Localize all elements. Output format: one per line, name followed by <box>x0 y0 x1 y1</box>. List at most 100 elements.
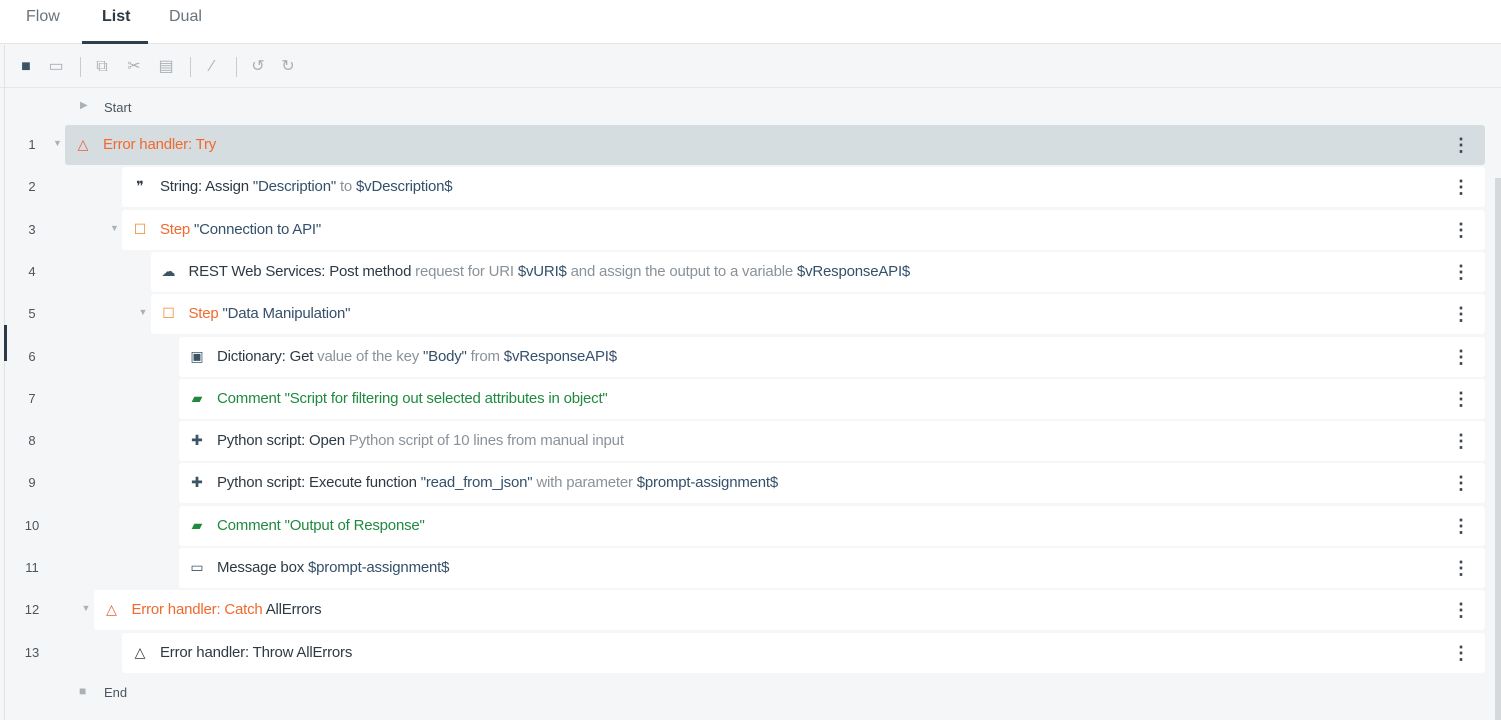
more-options-icon[interactable]: ⋮ <box>1452 473 1470 493</box>
text-segment: Error handler: Catch <box>131 601 266 619</box>
row-text: Step "Data Manipulation" <box>189 305 351 322</box>
action-row[interactable]: 5 ▼ ☐ Step "Data Manipulation" ⋮ <box>0 294 1490 335</box>
more-options-icon[interactable]: ⋮ <box>1452 389 1470 409</box>
comment-icon: ▰ <box>191 389 203 406</box>
python-icon: ✚ <box>191 432 203 449</box>
tab-list[interactable]: List <box>100 8 132 26</box>
action-row[interactable]: 3 ▼ ☐ Step "Connection to API" ⋮ <box>0 209 1490 250</box>
dictionary-icon: ▣ <box>190 347 204 364</box>
text-segment: value of the key <box>313 347 424 365</box>
copy-icon[interactable]: ⧉ <box>92 57 112 77</box>
more-options-icon[interactable]: ⋮ <box>1452 516 1470 536</box>
warning-triangle-icon: △ <box>77 136 89 152</box>
text-segment: to <box>335 178 357 196</box>
text-segment: request for URI <box>411 262 518 280</box>
text-segment: "Description" <box>252 178 336 196</box>
text-segment: from <box>466 347 504 365</box>
view-tabs: Flow List Dual <box>0 0 1501 44</box>
quote-icon: ❞ <box>136 178 144 195</box>
more-options-icon[interactable]: ⋮ <box>1452 600 1470 620</box>
line-number: 10 <box>24 517 40 533</box>
action-row[interactable]: 1 ▼ △ Error handler: Try ⋮ <box>0 125 1490 165</box>
comment-icon: ▰ <box>191 516 203 533</box>
more-options-icon[interactable]: ⋮ <box>1452 220 1470 240</box>
record-icon[interactable]: ■ <box>16 57 36 77</box>
text-segment: Error handler: Throw AllErrors <box>160 643 353 661</box>
text-segment: $vURI$ <box>517 262 567 280</box>
divider <box>80 57 81 77</box>
cloud-icon: ☁ <box>161 262 176 279</box>
action-row[interactable]: 7 ▰ Comment "Script for filtering out sele… <box>0 378 1490 419</box>
more-options-icon[interactable]: ⋮ <box>1452 304 1470 324</box>
more-options-icon[interactable]: ⋮ <box>1452 347 1470 367</box>
more-options-icon[interactable]: ⋮ <box>1452 558 1470 578</box>
row-text: Error handler: Catch AllErrors <box>132 601 322 618</box>
action-row[interactable]: 4 ☁ REST Web Services: Post method request… <box>0 251 1490 292</box>
toolbar: ■ ▭ ⧉ ✂ ▤ ⁄ ↺ ↻ <box>0 45 1501 88</box>
text-segment: $vDescription$ <box>356 178 453 196</box>
start-icon: ▶ <box>80 100 88 111</box>
undo-icon[interactable]: ↺ <box>248 57 268 77</box>
tab-flow[interactable]: Flow <box>24 8 62 26</box>
text-segment: "Data Manipulation" <box>222 305 351 323</box>
text-segment: Python script: Open <box>217 432 345 450</box>
divider <box>236 57 237 77</box>
warning-triangle-icon: △ <box>106 601 117 618</box>
text-segment: Step <box>160 220 195 238</box>
text-segment: "Body" <box>423 347 467 365</box>
more-options-icon[interactable]: ⋮ <box>1452 431 1470 451</box>
divider <box>190 57 191 77</box>
collapse-caret-icon[interactable]: ▼ <box>139 307 148 317</box>
line-number: 13 <box>24 644 40 660</box>
row-card[interactable] <box>150 294 1485 335</box>
end-icon: ■ <box>79 684 87 698</box>
step-icon: ☐ <box>162 305 175 322</box>
collapse-caret-icon[interactable]: ▼ <box>53 138 62 148</box>
scrollbar[interactable] <box>1495 178 1501 720</box>
row-text: REST Web Services: Post method request f… <box>189 263 911 280</box>
action-row[interactable]: 10 ▰ Comment "Output of Response" ⋮ <box>0 505 1490 546</box>
action-row[interactable]: 8 ✚ Python script: Open Python script of 1… <box>0 421 1490 462</box>
screen-capture-icon[interactable]: ▭ <box>46 57 66 77</box>
text-segment: "read_from_json" <box>420 474 533 492</box>
text-segment: Python script of 10 lines from manual in… <box>344 432 624 450</box>
action-row[interactable]: 11 ▭ Message box $prompt-assignment$ ⋮ <box>0 548 1490 588</box>
action-row[interactable]: 13 △ Error handler: Throw AllErrors ⋮ <box>0 632 1490 673</box>
message-box-icon: ▭ <box>190 559 204 575</box>
row-card[interactable] <box>122 209 1485 250</box>
text-segment: Comment "Script for filtering out select… <box>217 389 608 407</box>
start-label: Start <box>104 100 132 115</box>
row-text: Step "Connection to API" <box>160 221 321 238</box>
row-text: Error handler: Try <box>103 136 216 153</box>
line-number: 6 <box>28 348 36 364</box>
line-number: 7 <box>28 390 36 406</box>
line-number: 3 <box>28 221 36 237</box>
action-row[interactable]: 2 ❞ String: Assign "Description" to $vDesc… <box>0 167 1490 208</box>
disable-icon[interactable]: ⁄ <box>202 57 222 77</box>
step-icon: ☐ <box>133 220 147 237</box>
collapse-caret-icon[interactable]: ▼ <box>110 223 119 233</box>
tab-dual[interactable]: Dual <box>167 8 204 26</box>
redo-icon[interactable]: ↻ <box>278 57 298 77</box>
line-number: 9 <box>28 475 36 491</box>
paste-icon[interactable]: ▤ <box>156 57 176 77</box>
end-label: End <box>104 685 128 700</box>
line-number: 11 <box>25 560 39 575</box>
more-options-icon[interactable]: ⋮ <box>1452 177 1470 197</box>
row-card[interactable] <box>65 125 1485 165</box>
action-row[interactable]: 6 ▣ Dictionary: Get value of the key "Body… <box>0 336 1490 377</box>
more-options-icon[interactable]: ⋮ <box>1452 135 1470 155</box>
row-text: Error handler: Throw AllErrors <box>160 644 352 661</box>
action-row[interactable]: 9 ✚ Python script: Execute function "read_… <box>0 463 1490 504</box>
more-options-icon[interactable]: ⋮ <box>1452 643 1470 663</box>
text-segment: $prompt-assignment$ <box>307 559 450 576</box>
collapse-caret-icon[interactable]: ▼ <box>82 603 91 613</box>
text-segment: Error handler: Try <box>103 136 217 153</box>
row-text: Message box $prompt-assignment$ <box>217 559 449 576</box>
line-number: 8 <box>28 433 36 449</box>
text-segment: REST Web Services: Post method <box>188 262 412 280</box>
action-row[interactable]: 12 ▼ △ Error handler: Catch AllErrors ⋮ <box>0 590 1490 631</box>
cut-icon[interactable]: ✂ <box>124 57 144 77</box>
row-text: Comment "Script for filtering out select… <box>217 390 608 407</box>
more-options-icon[interactable]: ⋮ <box>1452 262 1470 282</box>
